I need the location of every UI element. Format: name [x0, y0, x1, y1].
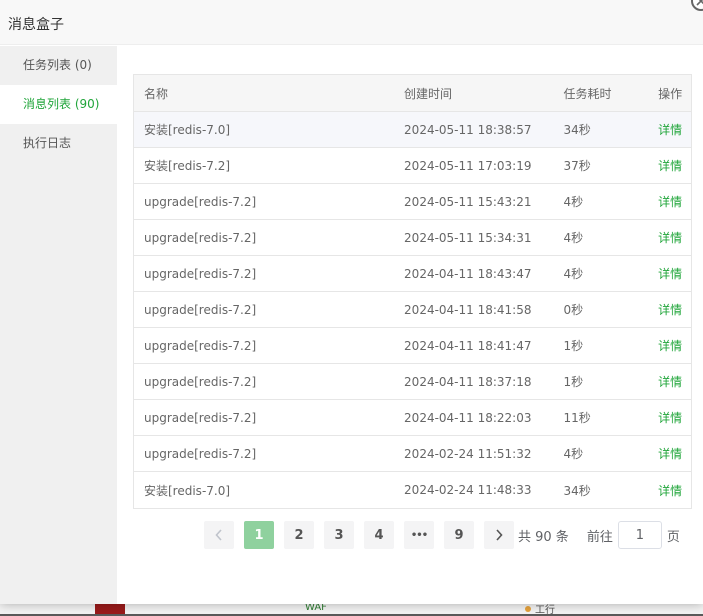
dialog-header: 消息盒子 — [0, 0, 703, 45]
close-icon — [696, 0, 703, 6]
cell-duration: 34秒 — [563, 483, 591, 498]
cell-duration: 4秒 — [563, 231, 584, 245]
detail-link[interactable]: 详情 — [658, 445, 691, 462]
cell-created-time: 2024-05-11 17:03:19 — [404, 158, 532, 173]
cell-name: upgrade[redis-7.2] — [144, 374, 257, 389]
chevron-right-icon — [496, 529, 503, 541]
column-header-duration: 任务耗时 — [563, 86, 612, 101]
cell-name: upgrade[redis-7.2] — [144, 194, 257, 209]
table-row: upgrade[redis-7.2] 2024-04-11 18:41:47 1秒 详… — [134, 328, 691, 364]
sidebar-item-message-list[interactable]: 消息列表 (90) — [0, 85, 117, 124]
goto-page-input[interactable] — [617, 521, 662, 549]
cell-name: upgrade[redis-7.2] — [144, 410, 257, 425]
cell-created-time: 2024-02-24 11:51:32 — [404, 446, 532, 461]
cell-name: upgrade[redis-7.2] — [144, 338, 257, 353]
cell-name: 安装[redis-7.2] — [144, 159, 231, 173]
detail-link[interactable]: 详情 — [658, 301, 691, 318]
cell-duration: 37秒 — [563, 159, 591, 173]
column-header-action: 操作 — [658, 86, 683, 101]
table-row: upgrade[redis-7.2] 2024-05-11 15:34:31 4秒 详… — [134, 220, 691, 256]
message-table: 名称 创建时间 任务耗时 操作 安装[redis-7.0] 2024-05-11 … — [133, 74, 692, 509]
cell-duration: 4秒 — [563, 267, 584, 281]
goto-label: 前往 — [586, 529, 613, 545]
detail-link[interactable]: 详情 — [658, 482, 691, 499]
dialog-title: 消息盒子 — [8, 17, 64, 33]
cell-name: upgrade[redis-7.2] — [144, 446, 257, 461]
cell-created-time: 2024-04-11 18:22:03 — [404, 410, 532, 425]
table-row: 安装[redis-7.0] 2024-02-24 11:48:33 34秒 详情 — [134, 472, 691, 508]
main-content: 名称 创建时间 任务耗时 操作 安装[redis-7.0] 2024-05-11 … — [117, 46, 703, 604]
cell-duration: 1秒 — [563, 339, 584, 353]
cell-duration: 1秒 — [563, 375, 584, 389]
detail-link[interactable]: 详情 — [658, 265, 691, 282]
cell-name: upgrade[redis-7.2] — [144, 302, 257, 317]
sidebar-item-execution-log[interactable]: 执行日志 — [0, 124, 117, 163]
background-page-strip: WAF 工行 — [0, 602, 703, 616]
next-page-button[interactable] — [484, 521, 514, 549]
table-row: upgrade[redis-7.2] 2024-04-11 18:41:58 0秒 详… — [134, 292, 691, 328]
more-pages-button[interactable]: ••• — [404, 521, 434, 549]
prev-page-button[interactable] — [204, 521, 234, 549]
cell-duration: 34秒 — [563, 123, 591, 137]
detail-link[interactable]: 详情 — [658, 157, 691, 174]
page-button[interactable]: 4 — [364, 521, 394, 549]
cell-duration: 4秒 — [563, 447, 584, 461]
cell-created-time: 2024-04-11 18:41:47 — [404, 338, 532, 353]
cell-name: upgrade[redis-7.2] — [144, 266, 257, 281]
page-unit-label: 页 — [666, 529, 680, 545]
table-row: upgrade[redis-7.2] 2024-04-11 18:37:18 1秒 详… — [134, 364, 691, 400]
table-row: upgrade[redis-7.2] 2024-05-11 15:43:21 4秒 详… — [134, 184, 691, 220]
page-button[interactable]: 1 — [244, 521, 274, 549]
detail-link[interactable]: 详情 — [658, 121, 691, 138]
pagination: 1 2 3 4 ••• 9 共 90 条 前往 页 — [204, 521, 680, 549]
cell-duration: 11秒 — [563, 411, 591, 425]
detail-link[interactable]: 详情 — [658, 193, 691, 210]
page-button[interactable]: 2 — [284, 521, 314, 549]
detail-link[interactable]: 详情 — [658, 229, 691, 246]
column-header-name: 名称 — [144, 86, 169, 101]
cell-duration: 4秒 — [563, 195, 584, 209]
cell-duration: 0秒 — [563, 303, 584, 317]
cell-created-time: 2024-04-11 18:43:47 — [404, 266, 532, 281]
total-count: 共 90 条 — [518, 529, 569, 545]
table-row: 安装[redis-7.0] 2024-05-11 18:38:57 34秒 详情 — [134, 112, 691, 148]
detail-link[interactable]: 详情 — [658, 337, 691, 354]
table-header: 名称 创建时间 任务耗时 操作 — [134, 75, 691, 112]
chevron-left-icon — [215, 529, 222, 541]
column-header-created-time: 创建时间 — [404, 86, 453, 101]
table-row: upgrade[redis-7.2] 2024-04-11 18:43:47 4秒 详… — [134, 256, 691, 292]
cell-created-time: 2024-04-11 18:41:58 — [404, 302, 532, 317]
background-status-dot — [525, 606, 531, 612]
page-button[interactable]: 3 — [324, 521, 354, 549]
table-row: upgrade[redis-7.2] 2024-02-24 11:51:32 4秒 详… — [134, 436, 691, 472]
cell-name: upgrade[redis-7.2] — [144, 230, 257, 245]
message-box-dialog: 消息盒子 任务列表 (0) 消息列表 (90) 执行日志 名称 创建时间 任务耗… — [0, 0, 703, 604]
cell-created-time: 2024-05-11 15:43:21 — [404, 194, 532, 209]
table-row: 安装[redis-7.2] 2024-05-11 17:03:19 37秒 详情 — [134, 148, 691, 184]
cell-name: 安装[redis-7.0] — [144, 123, 231, 137]
cell-name: 安装[redis-7.0] — [144, 483, 231, 498]
page-button[interactable]: 9 — [444, 521, 474, 549]
detail-link[interactable]: 详情 — [658, 373, 691, 390]
table-row: upgrade[redis-7.2] 2024-04-11 18:22:03 11秒… — [134, 400, 691, 436]
background-thumbnail — [95, 604, 125, 614]
cell-created-time: 2024-05-11 15:34:31 — [404, 230, 532, 245]
detail-link[interactable]: 详情 — [658, 409, 691, 426]
sidebar-item-task-list[interactable]: 任务列表 (0) — [0, 46, 117, 85]
cell-created-time: 2024-02-24 11:48:33 — [404, 483, 532, 497]
cell-created-time: 2024-05-11 18:38:57 — [404, 122, 532, 137]
sidebar: 任务列表 (0) 消息列表 (90) 执行日志 — [0, 46, 117, 604]
cell-created-time: 2024-04-11 18:37:18 — [404, 374, 532, 389]
